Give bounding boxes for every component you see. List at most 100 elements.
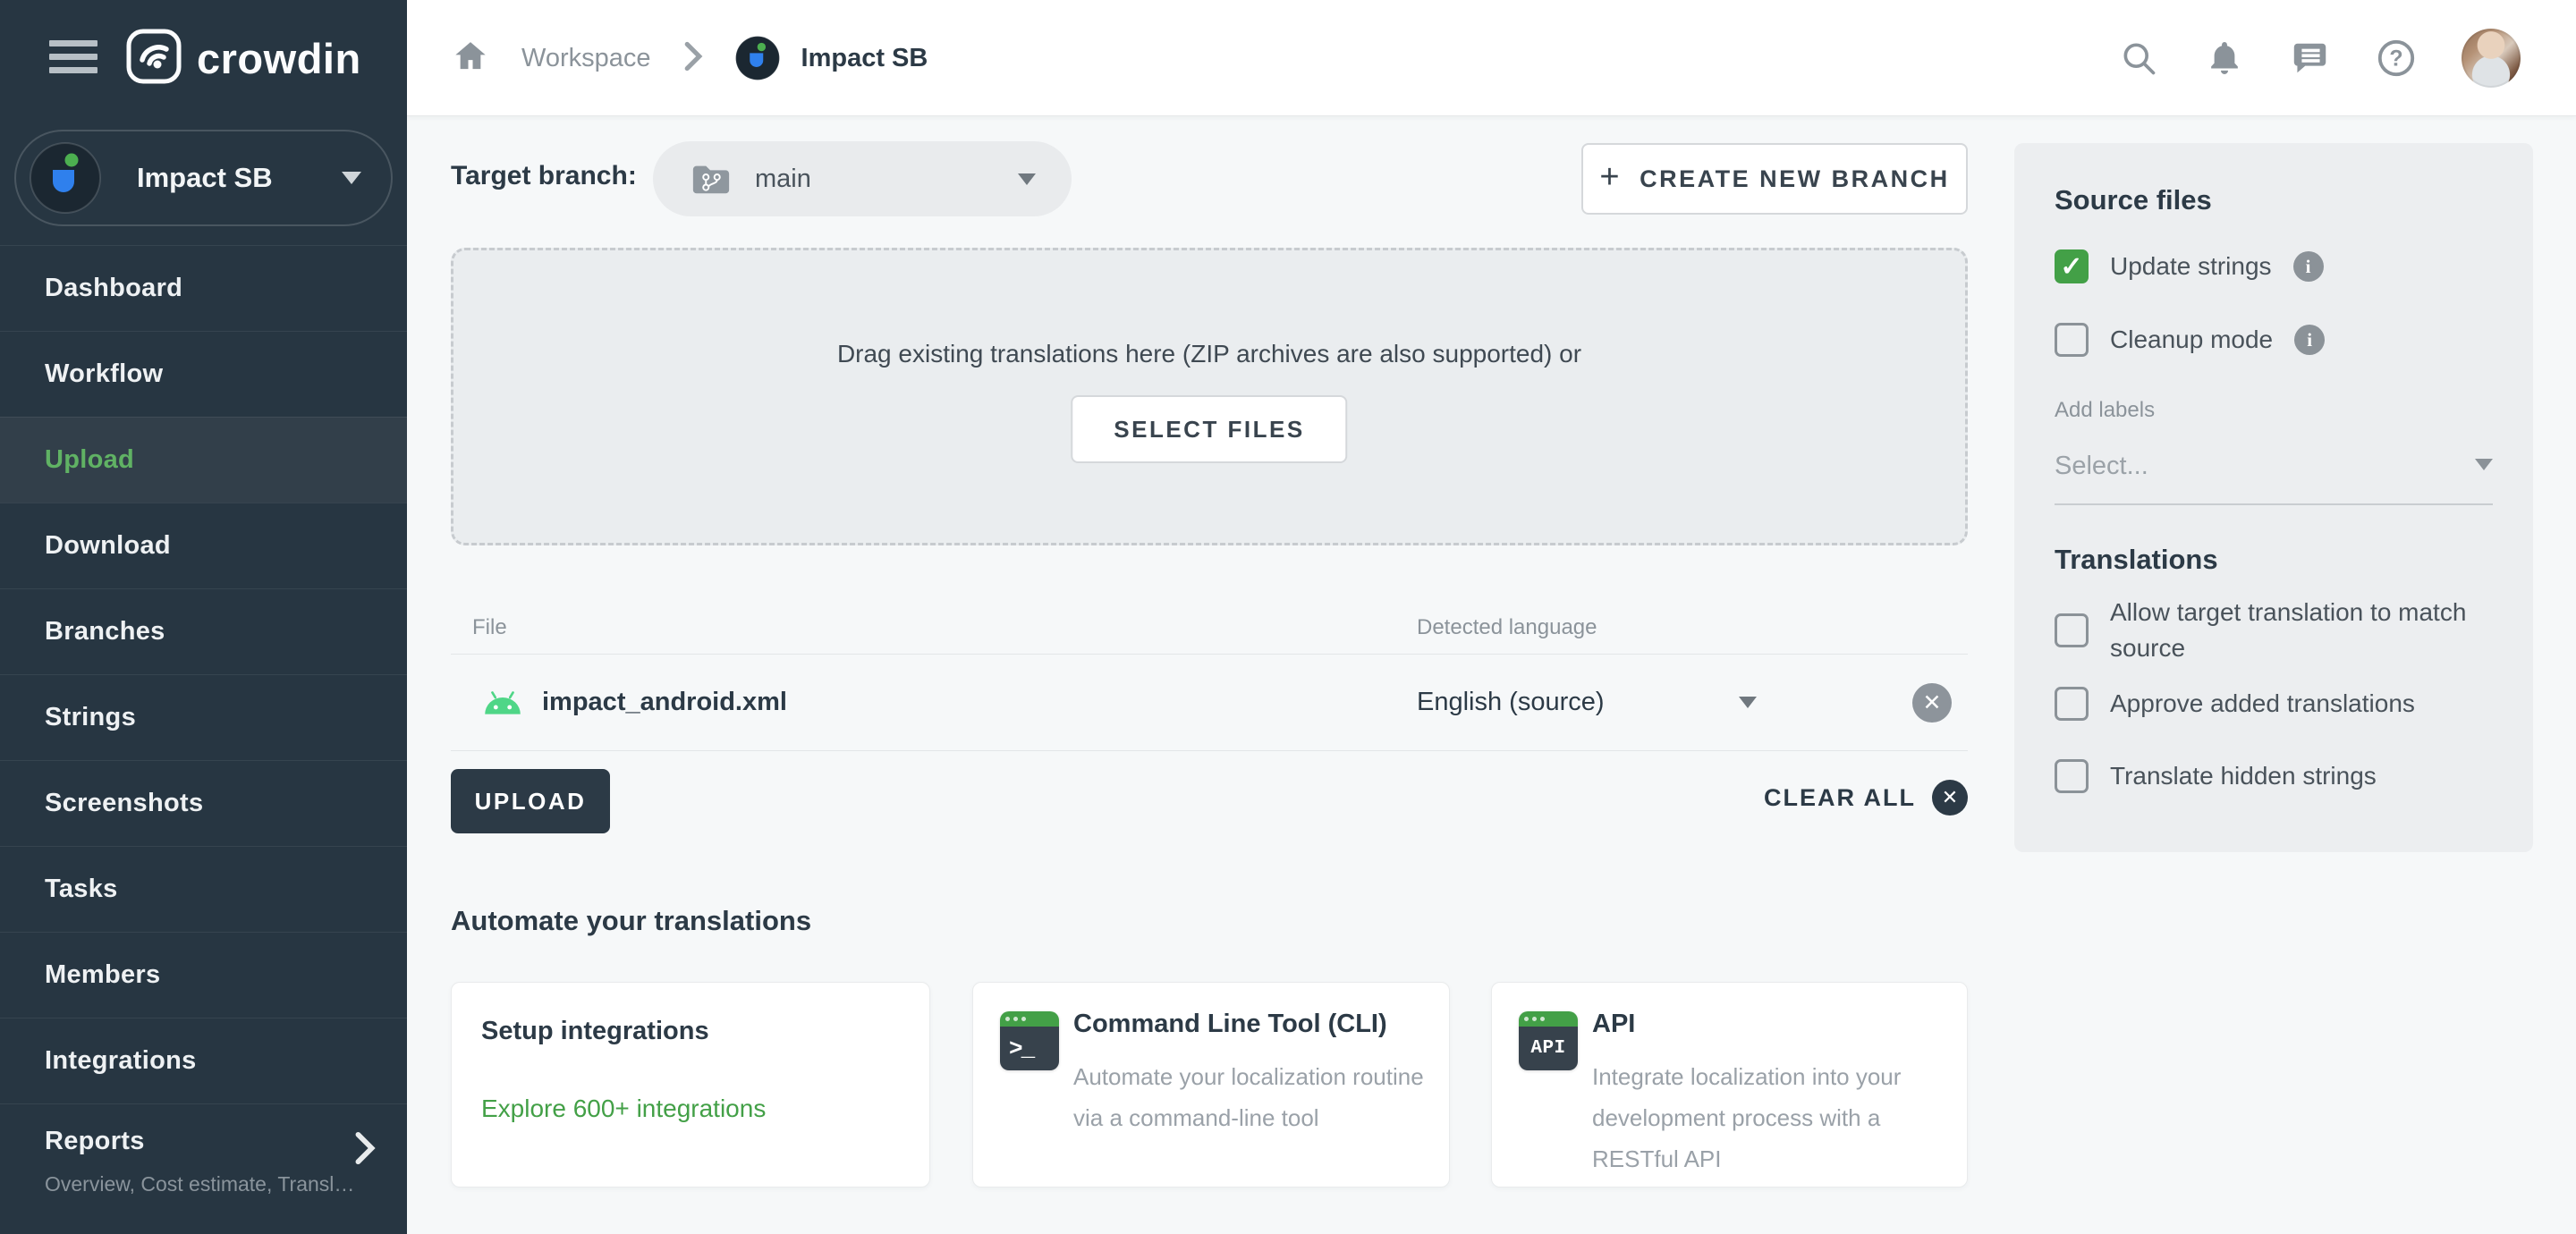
sidebar-item-reports[interactable]: Reports Overview, Cost estimate, Transl… <box>0 1103 407 1234</box>
source-files-heading: Source files <box>2055 184 2212 216</box>
info-icon[interactable]: i <box>2292 251 2324 282</box>
breadcrumb: Workspace Impact SB <box>452 0 928 116</box>
crowdin-logo[interactable]: crowdin <box>125 28 361 89</box>
file-name: impact_android.xml <box>542 688 787 716</box>
sidebar-item-label: Strings <box>45 703 136 731</box>
svg-text:?: ? <box>2389 46 2402 72</box>
file-dropzone[interactable]: Drag existing translations here (ZIP arc… <box>451 248 1968 545</box>
crowdin-logo-icon <box>125 28 182 89</box>
notifications-bell-icon[interactable] <box>2204 38 2245 79</box>
translate-hidden-option[interactable]: Translate hidden strings <box>2055 758 2377 794</box>
card-title: Command Line Tool (CLI) <box>1073 1010 1387 1038</box>
card-description: Integrate localization into your develop… <box>1592 1063 1902 1172</box>
sidebar-item-branches[interactable]: Branches <box>0 588 407 674</box>
chevron-down-icon <box>1738 697 1757 708</box>
git-branch-folder-icon <box>692 165 730 194</box>
labels-select-placeholder: Select... <box>2055 452 2148 480</box>
breadcrumb-project[interactable]: Impact SB <box>734 36 928 80</box>
sidebar-item-label: Dashboard <box>45 274 183 302</box>
help-icon[interactable]: ? <box>2376 38 2417 79</box>
table-row: impact_android.xml English (source) ✕ <box>451 655 1968 750</box>
api-icon: API <box>1519 1011 1578 1070</box>
checkbox-icon[interactable] <box>2055 613 2089 647</box>
checkbox-icon[interactable] <box>2055 323 2089 357</box>
divider <box>451 750 1968 751</box>
clear-all-x-icon: ✕ <box>1932 780 1968 816</box>
checkbox-icon[interactable] <box>2055 759 2089 793</box>
android-icon <box>485 690 521 714</box>
crowdin-upload-page: crowdin Workspace Impact SB ? Impact SB … <box>0 0 2576 1234</box>
option-label: Translate hidden strings <box>2110 762 2377 790</box>
card-setup-integrations[interactable]: Setup integrations Explore 600+ integrat… <box>451 982 930 1188</box>
header-actions: ? <box>2118 0 2521 116</box>
upload-button[interactable]: UPLOAD <box>451 769 610 833</box>
option-label: Approve added translations <box>2110 689 2415 717</box>
project-selector[interactable]: Impact SB <box>14 130 393 226</box>
sidebar-item-label: Integrations <box>45 1046 197 1075</box>
file-cell: impact_android.xml <box>483 655 787 750</box>
detected-language-select[interactable]: English (source) <box>1417 655 1757 750</box>
plus-icon: + <box>1599 157 1623 196</box>
sidebar-nav: Dashboard Workflow Upload Download Branc… <box>0 245 407 1234</box>
sidebar-reports-subtitle: Overview, Cost estimate, Transl… <box>45 1172 355 1196</box>
sidebar-item-upload[interactable]: Upload <box>0 417 407 503</box>
sidebar-item-workflow[interactable]: Workflow <box>0 331 407 417</box>
sidebar-item-label: Workflow <box>45 359 164 388</box>
dropzone-text: Drag existing translations here (ZIP arc… <box>836 340 1582 368</box>
automate-heading: Automate your translations <box>451 905 812 936</box>
select-files-button[interactable]: SELECT FILES <box>1071 395 1348 463</box>
chevron-right-icon <box>354 1131 376 1170</box>
sidebar: Impact SB Dashboard Workflow Upload Down… <box>0 116 407 1234</box>
top-bar: Workspace Impact SB ? <box>407 0 2576 116</box>
checkbox-icon[interactable] <box>2055 687 2089 721</box>
chevron-down-icon <box>2475 459 2493 470</box>
option-label: Update strings <box>2110 252 2272 280</box>
explore-integrations-link[interactable]: Explore 600+ integrations <box>481 1095 766 1123</box>
card-title: API <box>1592 1010 1636 1038</box>
sidebar-item-strings[interactable]: Strings <box>0 674 407 760</box>
create-new-branch-label: CREATE NEW BRANCH <box>1640 165 1950 192</box>
create-new-branch-button[interactable]: + CREATE NEW BRANCH <box>1581 143 1968 215</box>
cleanup-mode-option[interactable]: Cleanup mode i <box>2055 322 2326 358</box>
search-icon[interactable] <box>2118 38 2159 79</box>
sidebar-item-integrations[interactable]: Integrations <box>0 1018 407 1103</box>
update-strings-option[interactable]: Update strings i <box>2055 249 2324 284</box>
sidebar-item-tasks[interactable]: Tasks <box>0 846 407 932</box>
sidebar-item-download[interactable]: Download <box>0 503 407 588</box>
remove-file-button[interactable]: ✕ <box>1912 683 1952 723</box>
column-header-detected-language: Detected language <box>1417 615 1597 639</box>
divider <box>2055 503 2493 505</box>
card-api[interactable]: API API Integrate localization into your… <box>1491 982 1968 1188</box>
crowdin-logo-text: crowdin <box>197 35 361 82</box>
project-selector-name: Impact SB <box>137 162 273 193</box>
sidebar-item-label: Tasks <box>45 875 118 903</box>
breadcrumb-chevron-icon <box>683 41 703 76</box>
breadcrumb-workspace[interactable]: Workspace <box>521 44 651 73</box>
sidebar-item-members[interactable]: Members <box>0 932 407 1018</box>
branch-selector[interactable]: main <box>653 141 1072 216</box>
detected-language-value: English (source) <box>1417 688 1605 716</box>
card-title: Setup integrations <box>481 1017 709 1045</box>
project-avatar <box>734 36 780 80</box>
top-bar-dark: crowdin <box>0 0 407 116</box>
approve-added-option[interactable]: Approve added translations <box>2055 686 2415 722</box>
breadcrumb-project-name: Impact SB <box>801 43 928 72</box>
hamburger-menu-icon[interactable] <box>49 40 97 76</box>
labels-select[interactable]: Select... <box>2055 452 2493 505</box>
card-cli[interactable]: >_ Command Line Tool (CLI) Automate your… <box>972 982 1450 1188</box>
checkbox-checked-icon[interactable] <box>2055 249 2089 283</box>
clear-all-button[interactable]: CLEAR ALL ✕ <box>1764 780 1968 816</box>
info-icon[interactable]: i <box>2294 325 2326 355</box>
sidebar-item-screenshots[interactable]: Screenshots <box>0 760 407 846</box>
allow-match-source-option[interactable]: Allow target translation to match source <box>2055 595 2502 666</box>
card-description: Automate your localization routine via a… <box>1073 1063 1424 1131</box>
user-avatar[interactable] <box>2462 29 2521 88</box>
project-avatar <box>30 142 101 214</box>
sidebar-item-label: Upload <box>45 445 135 474</box>
sidebar-item-label: Download <box>45 531 171 560</box>
home-icon[interactable] <box>452 38 489 79</box>
sidebar-item-dashboard[interactable]: Dashboard <box>0 245 407 331</box>
messages-chat-icon[interactable] <box>2290 38 2331 79</box>
translations-heading: Translations <box>2055 544 2218 575</box>
column-header-file: File <box>472 615 507 639</box>
